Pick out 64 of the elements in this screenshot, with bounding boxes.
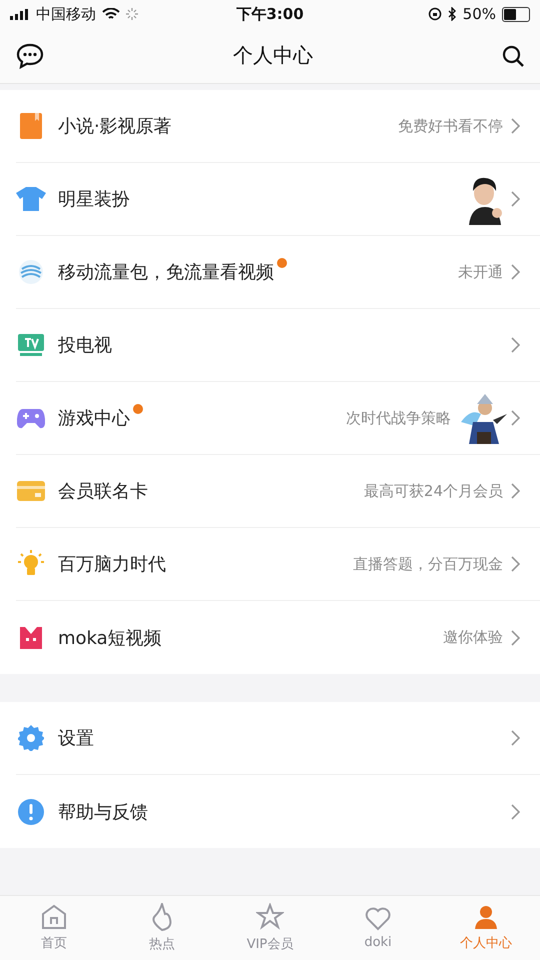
menu-item[interactable]: 明星装扮 [16,163,540,236]
menu-subtitle: 邀你体验 [443,628,503,647]
chevron-right-icon [511,483,520,499]
chevron-right-icon [511,118,520,134]
settings-icon [18,725,44,751]
menu-item[interactable]: 投电视 [16,309,540,382]
book-icon [19,113,43,139]
info-icon [18,798,44,824]
menu-label: 设置 [58,727,94,750]
chevron-right-icon [511,804,520,820]
menu-item[interactable]: moka短视频 邀你体验 [16,601,540,674]
chat-bubble-icon [16,42,44,68]
person-icon [473,904,499,930]
clock-time: 下午3:00 [236,4,304,24]
battery-percent: 50% [462,5,496,23]
battery-icon [502,6,530,22]
message-button[interactable] [16,42,44,68]
search-button[interactable] [502,44,524,66]
menu-label: 投电视 [58,334,112,357]
flame-icon [150,903,174,931]
menu-subtitle: 免费好书看不停 [398,116,503,136]
rotation-lock-icon [428,7,442,21]
signal-icon [10,8,30,20]
chevron-right-icon [511,630,520,646]
chevron-right-icon [511,730,520,746]
menu-label: 会员联名卡 [58,480,148,503]
menu-subtitle: 未开通 [458,262,503,282]
bluetooth-icon [448,7,457,21]
menu-label: moka短视频 [58,626,162,650]
heart-icon [365,906,391,930]
chevron-right-icon [511,410,520,426]
card-icon [17,481,45,501]
menu-subtitle: 次时代战争策略 [346,408,451,428]
menu-subtitle: 直播答题，分百万现金 [353,554,503,574]
menu-label: 小说·影视原著 [58,115,172,138]
menu-label: 百万脑力时代 [58,553,166,576]
chevron-right-icon [511,337,520,353]
menu-item[interactable]: 移动流量包，免流量看视频 未开通 [16,236,540,309]
carrier-name: 中国移动 [36,4,96,24]
search-icon [502,44,524,66]
menu-item[interactable]: 游戏中心 次时代战争策略 [16,382,540,455]
chevron-right-icon [511,556,520,572]
chevron-right-icon [511,191,520,207]
waves-icon [18,259,44,285]
star-icon [256,903,284,931]
menu-item[interactable]: 小说·影视原著 免费好书看不停 [16,90,540,163]
menu-item[interactable]: 帮助与反馈 [16,775,540,848]
page-title: 个人中心 [233,42,313,69]
menu-label: 帮助与反馈 [58,800,148,824]
menu-label: 明星装扮 [58,188,130,211]
menu-label: 移动流量包，免流量看视频 [58,261,274,284]
loading-icon [126,8,138,20]
menu-label: 游戏中心 [58,407,130,430]
gamepad-icon [17,407,45,429]
m-logo-icon [19,626,43,648]
shirt-icon [16,187,46,211]
chevron-right-icon [511,264,520,280]
wifi-icon [102,8,120,20]
menu-subtitle: 最高可获24个月会员 [364,482,503,500]
home-icon [41,904,67,930]
menu-item[interactable]: 会员联名卡 最高可获24个月会员 [16,455,540,528]
menu-item[interactable]: 设置 [16,702,540,775]
menu-item[interactable]: 百万脑力时代 直播答题，分百万现金 [16,528,540,601]
tv-icon [18,334,44,356]
